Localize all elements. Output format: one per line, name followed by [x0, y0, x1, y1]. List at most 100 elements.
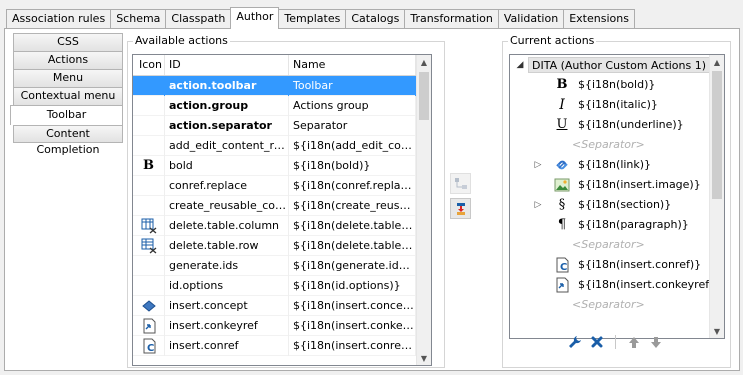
tree-item-label: <Separator>: [572, 238, 645, 251]
available-actions-title: Available actions: [133, 34, 230, 47]
action-name-cell: ${i18n(create_reusabl...: [289, 196, 416, 216]
tree-separator[interactable]: <Separator>: [510, 295, 724, 315]
action-id-cell: generate.ids: [165, 256, 289, 276]
table-row[interactable]: action.toolbar Toolbar: [133, 76, 431, 96]
table-row[interactable]: id.options ${i18n(id.options)}: [133, 276, 431, 296]
move-right-button[interactable]: [450, 173, 471, 194]
available-actions-scrollbar[interactable]: ▲ ▼: [416, 55, 431, 365]
icon-cell: [133, 96, 165, 116]
bold-icon: B: [133, 156, 165, 176]
tab-association-rules[interactable]: Association rules: [6, 9, 111, 29]
current-actions-scrollbar[interactable]: ▲ ▼: [709, 55, 724, 338]
remove-button[interactable]: [589, 334, 605, 350]
tree-item[interactable]: I ${i18n(italic)}: [510, 95, 724, 115]
column-header-id[interactable]: ID: [165, 55, 289, 75]
action-name-cell: Toolbar: [289, 76, 416, 96]
table-row[interactable]: conref.replace ${i18n(conref.replace)}: [133, 176, 431, 196]
link-icon: [554, 157, 570, 173]
side-tab-css[interactable]: CSS: [13, 33, 123, 51]
concept-icon: [133, 296, 165, 316]
section-icon: §: [558, 197, 566, 212]
scroll-thumb[interactable]: [712, 71, 722, 199]
conkeyref-icon: [133, 316, 165, 336]
side-tab-toolbar[interactable]: Toolbar: [10, 105, 123, 125]
table-row[interactable]: action.group Actions group: [133, 96, 431, 116]
tree-root[interactable]: ◢ DITA (Author Custom Actions 1): [510, 55, 724, 75]
expand-triangle-icon[interactable]: ▷: [530, 197, 546, 213]
action-name-cell: ${i18n(conref.replace)}: [289, 176, 416, 196]
italic-icon: I: [559, 97, 565, 113]
editor-tabs: Association rules Schema Classpath Autho…: [6, 7, 635, 29]
table-column-delete-icon: [133, 216, 165, 236]
table-row[interactable]: Cinsert.conref ${i18n(insert.conref)}: [133, 336, 431, 356]
tab-extensions[interactable]: Extensions: [563, 9, 635, 29]
tab-validation[interactable]: Validation: [497, 9, 564, 29]
table-row[interactable]: insert.concept ${i18n(insert.concept)}: [133, 296, 431, 316]
tree-item[interactable]: ${i18n(insert.conkeyref)}: [510, 275, 724, 295]
table-row[interactable]: create_reusable_comp...${i18n(create_reu…: [133, 196, 431, 216]
insert-down-icon: [456, 202, 465, 215]
table-row-delete-icon: [133, 236, 165, 256]
tab-schema[interactable]: Schema: [110, 9, 166, 29]
add-to-current-button[interactable]: [450, 198, 471, 219]
action-name-cell: ${i18n(insert.concept)}: [289, 296, 416, 316]
tree-item[interactable]: U ${i18n(underline)}: [510, 115, 724, 135]
icon-cell: [133, 176, 165, 196]
move-up-button[interactable]: [626, 334, 642, 350]
edit-button[interactable]: [567, 334, 583, 350]
tab-templates[interactable]: Templates: [279, 9, 346, 29]
expand-triangle-icon[interactable]: ▷: [530, 157, 546, 173]
tree-item-label: ${i18n(insert.conkeyref)}: [578, 278, 721, 291]
column-header-name[interactable]: Name: [289, 55, 416, 75]
tree-item[interactable]: ▷ ${i18n(link)}: [510, 155, 724, 175]
tree-separator[interactable]: <Separator>: [510, 235, 724, 255]
svg-text:C: C: [147, 343, 154, 354]
scroll-down-arrow[interactable]: ▼: [417, 351, 431, 365]
table-row[interactable]: add_edit_content_ref... ${i18n(add_edit_c…: [133, 136, 431, 156]
action-name-cell: ${i18n(bold)}: [289, 156, 416, 176]
table-row[interactable]: generate.ids ${i18n(generate.ids)}: [133, 256, 431, 276]
tree-item[interactable]: B ${i18n(bold)}: [510, 75, 724, 95]
table-row[interactable]: action.separator Separator: [133, 116, 431, 136]
action-id-cell: action.separator: [165, 116, 289, 136]
side-tab-actions[interactable]: Actions: [13, 51, 123, 69]
column-header-icon[interactable]: Icon: [133, 55, 165, 75]
action-name-cell: ${i18n(generate.ids)}: [289, 256, 416, 276]
conref-icon: C: [133, 336, 165, 356]
transfer-buttons: [450, 173, 471, 223]
tab-classpath[interactable]: Classpath: [165, 9, 231, 29]
icon-cell: [133, 76, 165, 96]
collapse-triangle-icon[interactable]: ◢: [512, 57, 528, 73]
scroll-up-arrow[interactable]: ▲: [710, 55, 724, 69]
tree-item[interactable]: ¶ ${i18n(paragraph)}: [510, 215, 724, 235]
table-row[interactable]: Bbold ${i18n(bold)}: [133, 156, 431, 176]
tree-item[interactable]: ▷ § ${i18n(section)}: [510, 195, 724, 215]
table-row[interactable]: delete.table.row ${i18n(delete.table.ro..…: [133, 236, 431, 256]
action-id-cell: add_edit_content_ref...: [165, 136, 289, 156]
table-row[interactable]: insert.conkeyref${i18n(insert.conkeyre..…: [133, 316, 431, 336]
scroll-up-arrow[interactable]: ▲: [417, 55, 431, 69]
tree-separator[interactable]: <Separator>: [510, 135, 724, 155]
tree-item-label: ${i18n(link)}: [578, 158, 652, 171]
scroll-thumb[interactable]: [419, 72, 429, 120]
conref-icon: C: [554, 257, 570, 273]
scroll-down-arrow[interactable]: ▼: [710, 324, 724, 338]
action-id-cell: conref.replace: [165, 176, 289, 196]
tree-item[interactable]: ${i18n(insert.image)}: [510, 175, 724, 195]
side-tab-contextual-menu[interactable]: Contextual menu: [13, 87, 123, 105]
side-tab-content-completion[interactable]: Content Completion: [13, 125, 123, 156]
tab-transformation[interactable]: Transformation: [404, 9, 498, 29]
side-tab-menu[interactable]: Menu: [13, 69, 123, 87]
current-actions-toolbar: [567, 334, 664, 350]
action-name-cell: ${i18n(add_edit_conte...: [289, 136, 416, 156]
current-actions-group: Current actions ◢ DITA (Author Custom Ac…: [502, 35, 731, 368]
tab-author[interactable]: Author: [230, 7, 280, 29]
action-name-cell: ${i18n(delete.table.col...: [289, 216, 416, 236]
bold-icon: B: [556, 77, 568, 92]
table-row[interactable]: delete.table.column ${i18n(delete.table.c…: [133, 216, 431, 236]
tree-item[interactable]: C ${i18n(insert.conref)}: [510, 255, 724, 275]
action-id-cell: insert.concept: [165, 296, 289, 316]
tab-catalogs[interactable]: Catalogs: [345, 9, 405, 29]
move-down-button[interactable]: [648, 334, 664, 350]
action-name-cell: Separator: [289, 116, 416, 136]
